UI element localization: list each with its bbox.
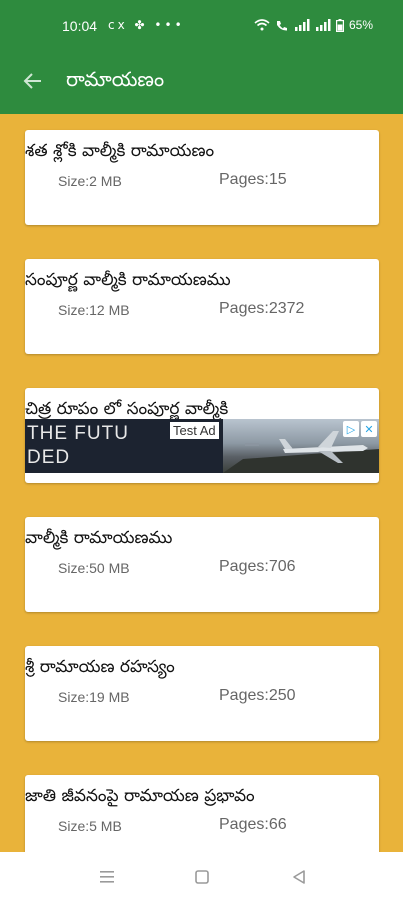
home-icon xyxy=(195,870,209,884)
book-pages: Pages:15 xyxy=(219,171,287,188)
book-pages: Pages:706 xyxy=(219,558,296,575)
book-pages: Pages:250 xyxy=(219,687,296,704)
book-card[interactable]: చిత్ర రూపం లో సంపూర్ణ వాల్మీకి THE FUTU … xyxy=(25,388,379,483)
back-triangle-icon xyxy=(293,870,305,884)
wifi-icon xyxy=(254,19,270,31)
ad-close-icon[interactable]: ✕ xyxy=(361,421,377,437)
signal-icon xyxy=(294,19,310,31)
book-size: Size:2 MB xyxy=(58,173,122,189)
data-icon: ᴄx xyxy=(108,18,128,32)
book-card[interactable]: శ్రీ రామాయణ రహస్యం Size:19 MB Pages:250 xyxy=(25,646,379,741)
arrow-back-icon xyxy=(23,73,41,89)
book-title: సంపూర్ణ వాల్మీకి రామాయణము xyxy=(25,270,231,290)
system-nav-bar xyxy=(0,852,403,900)
book-title: చిత్ర రూపం లో సంపూర్ణ వాల్మీకి xyxy=(25,399,229,419)
book-pages: Pages:2372 xyxy=(219,300,305,317)
book-title: శ్రీ రామాయణ రహస్యం xyxy=(25,657,175,677)
home-button[interactable] xyxy=(193,868,211,886)
status-notification-icons: ᴄx ✤ ••• xyxy=(108,18,185,32)
book-card[interactable]: సంపూర్ణ వాల్మీకి రామాయణము Size:12 MB Pag… xyxy=(25,259,379,354)
book-card[interactable]: శత శ్లోకి వాల్మీకి రామాయణం Size:2 MB Pag… xyxy=(25,130,379,225)
app-bar: రామాయణం xyxy=(0,52,403,114)
book-card[interactable]: వాల్మీకి రామాయణము Size:50 MB Pages:706 xyxy=(25,517,379,612)
book-title: జాతి జీవనంపై రామాయణ ప్రభావం xyxy=(25,786,255,806)
battery-percent: 65% xyxy=(348,18,373,32)
status-bar: 10:04 ᴄx ✤ ••• 65% xyxy=(0,0,403,52)
book-title: వాల్మీకి రామాయణము xyxy=(25,528,173,548)
call-icon xyxy=(276,21,287,31)
ad-choices[interactable]: ▷ ✕ xyxy=(343,421,377,437)
page-title: రామాయణం xyxy=(66,67,165,91)
book-size: Size:5 MB xyxy=(58,818,122,834)
ad-info-icon[interactable]: ▷ xyxy=(343,421,359,437)
battery-icon xyxy=(335,18,344,32)
ad-banner[interactable]: THE FUTU DED Test Ad ▷ ✕ xyxy=(25,419,379,473)
book-pages: Pages:66 xyxy=(219,816,287,833)
status-indicators: 65% xyxy=(254,18,373,32)
signal-icon xyxy=(315,19,331,31)
book-card[interactable]: జాతి జీవనంపై రామాయణ ప్రభావం Size:5 MB Pa… xyxy=(25,775,379,852)
recents-icon xyxy=(100,871,114,883)
more-icon: ••• xyxy=(154,18,185,32)
ad-text-line: DED xyxy=(27,447,71,468)
back-button[interactable] xyxy=(18,66,48,96)
status-time: 10:04 xyxy=(62,18,98,34)
book-list[interactable]: శత శ్లోకి వాల్మీకి రామాయణం Size:2 MB Pag… xyxy=(0,114,403,852)
book-title: శత శ్లోకి వాల్మీకి రామాయణం xyxy=(25,141,215,161)
recents-button[interactable] xyxy=(98,868,116,886)
ad-badge: Test Ad xyxy=(170,422,219,439)
book-size: Size:50 MB xyxy=(58,560,130,576)
system-back-button[interactable] xyxy=(290,868,308,886)
ad-text-line: THE FUTU xyxy=(27,423,129,444)
book-size: Size:19 MB xyxy=(58,689,130,705)
book-size: Size:12 MB xyxy=(58,302,130,318)
fan-icon: ✤ xyxy=(134,18,148,32)
